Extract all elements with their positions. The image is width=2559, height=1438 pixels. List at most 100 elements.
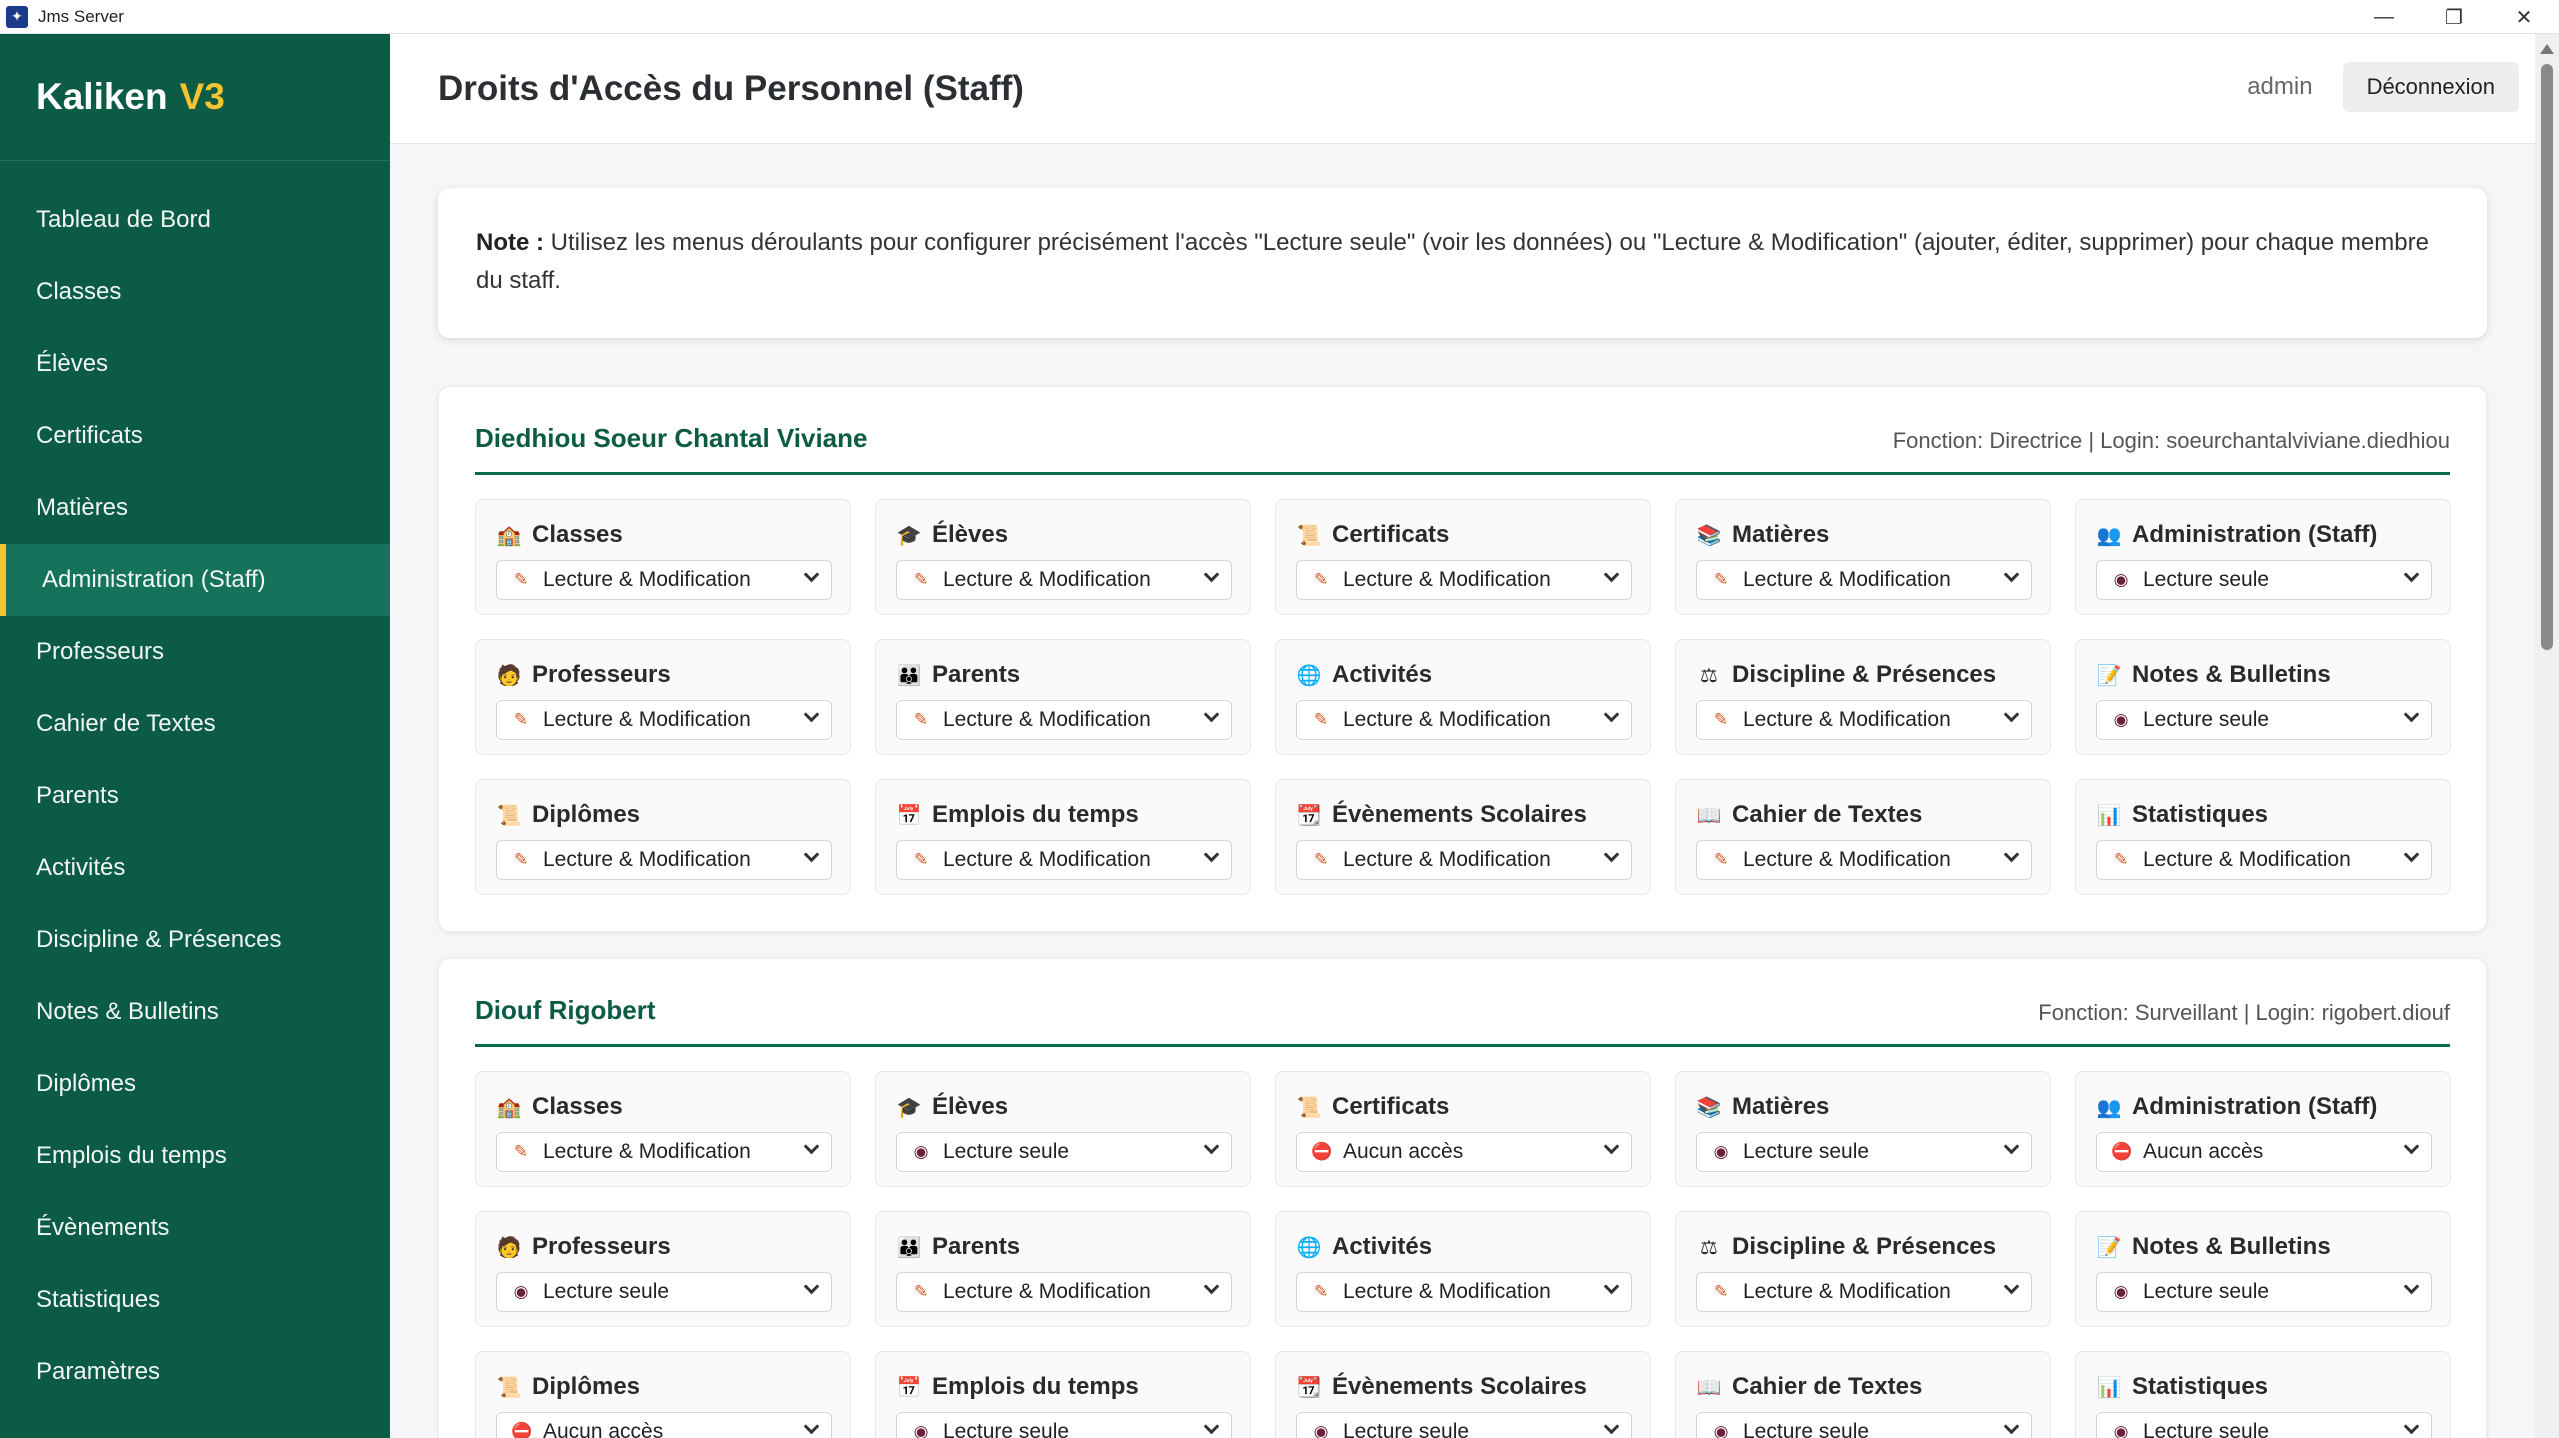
sidebar-item-certificats[interactable]: Certificats <box>0 400 390 472</box>
access-level-select[interactable]: ✎ Lecture & Modification <box>496 840 832 880</box>
access-level-select[interactable]: ⛔ Aucun accès <box>496 1412 832 1438</box>
minimize-icon[interactable]: — <box>2349 0 2419 34</box>
chevron-down-icon <box>803 1418 820 1435</box>
family-icon: 👪 <box>896 1236 922 1259</box>
chevron-down-icon <box>2003 566 2020 583</box>
access-level-select[interactable]: ◉ Lecture seule <box>1296 1412 1632 1438</box>
access-level-select[interactable]: ◉ Lecture seule <box>2096 560 2432 600</box>
access-level-select[interactable]: ✎ Lecture & Modification <box>1296 840 1632 880</box>
access-level-select[interactable]: ◉ Lecture seule <box>1696 1412 2032 1438</box>
access-level-select[interactable]: ◉ Lecture seule <box>2096 1272 2432 1312</box>
access-level-select[interactable]: ✎ Lecture & Modification <box>496 1132 832 1172</box>
module-label: Diplômes <box>532 801 641 828</box>
page-header: Droits d'Accès du Personnel (Staff) admi… <box>390 34 2535 144</box>
staff-card: Diouf Rigobert Fonction: Surveillant | Lo… <box>438 958 2487 1438</box>
brand-version: V3 <box>179 76 225 117</box>
chevron-down-icon <box>1603 846 1620 863</box>
sidebar-item-activites[interactable]: Activités <box>0 832 390 904</box>
access-level-select[interactable]: ✎ Lecture & Modification <box>1296 560 1632 600</box>
sidebar-item-diplomes[interactable]: Diplômes <box>0 1048 390 1120</box>
access-level-select[interactable]: ◉ Lecture seule <box>2096 1412 2432 1438</box>
sidebar-item-classes[interactable]: Classes <box>0 256 390 328</box>
scroll-up-arrow-icon[interactable] <box>2540 44 2554 54</box>
access-level-select[interactable]: ✎ Lecture & Modification <box>1296 1272 1632 1312</box>
permission-module-title: 🌐 Activités <box>1296 1232 1632 1262</box>
permission-module-title: 📜 Diplômes <box>496 800 832 830</box>
access-level-value: Lecture & Modification <box>1343 848 1551 871</box>
chevron-down-icon <box>1203 1278 1220 1295</box>
sidebar-item-professeurs[interactable]: Professeurs <box>0 616 390 688</box>
access-level-select[interactable]: ⛔ Aucun accès <box>2096 1132 2432 1172</box>
page-scrollbar[interactable] <box>2535 34 2559 1438</box>
access-level-select[interactable]: ✎ Lecture & Modification <box>1696 1272 2032 1312</box>
sidebar-item-matieres[interactable]: Matières <box>0 472 390 544</box>
module-label: Emplois du temps <box>932 1373 1139 1400</box>
access-level-select[interactable]: ✎ Lecture & Modification <box>1296 700 1632 740</box>
access-level-select[interactable]: ✎ Lecture & Modification <box>2096 840 2432 880</box>
staff-card: Diedhiou Soeur Chantal Viviane Fonction: … <box>438 386 2487 932</box>
sidebar-item-notes-bulletins[interactable]: Notes & Bulletins <box>0 976 390 1048</box>
permission-card: ⚖ Discipline & Présences ✎ Lecture & Modifi… <box>1675 639 2051 755</box>
access-level-select[interactable]: ◉ Lecture seule <box>2096 700 2432 740</box>
access-level-select[interactable]: ◉ Lecture seule <box>1696 1132 2032 1172</box>
permission-module-title: 👪 Parents <box>896 1232 1232 1262</box>
chevron-down-icon <box>2403 706 2420 723</box>
access-level-select[interactable]: ⛔ Aucun accès <box>1296 1132 1632 1172</box>
brand-logo[interactable]: Kaliken V3 <box>0 34 390 161</box>
access-level-value: Lecture seule <box>1343 1420 1470 1438</box>
sidebar-item-parametres[interactable]: Paramètres <box>0 1336 390 1408</box>
pencil-icon: ✎ <box>1713 710 1729 729</box>
pencil-icon: ✎ <box>513 850 529 869</box>
permission-card: 🎓 Élèves ✎ Lecture & Modification <box>875 499 1251 615</box>
sidebar-item-administration-staff[interactable]: Administration (Staff) <box>0 544 390 616</box>
module-label: Certificats <box>1332 1093 1450 1120</box>
module-label: Professeurs <box>532 1233 671 1260</box>
access-level-select[interactable]: ◉ Lecture seule <box>496 1272 832 1312</box>
pencil-icon: ✎ <box>1313 710 1329 729</box>
eye-icon: ◉ <box>513 1282 529 1301</box>
calendar-icon: 📆 <box>1296 804 1322 827</box>
access-level-value: Lecture & Modification <box>2143 848 2351 871</box>
permission-card: 📆 Évènements Scolaires ◉ Lecture seule <box>1275 1351 1651 1438</box>
sidebar-item-evenements[interactable]: Évènements <box>0 1192 390 1264</box>
access-level-select[interactable]: ✎ Lecture & Modification <box>1696 700 2032 740</box>
access-level-select[interactable]: ◉ Lecture seule <box>896 1412 1232 1438</box>
access-level-select[interactable]: ✎ Lecture & Modification <box>1696 560 2032 600</box>
note-box: Note : Utilisez les menus déroulants pou… <box>438 188 2487 338</box>
logout-button[interactable]: Déconnexion <box>2342 62 2519 112</box>
sidebar-item-discipline-presences[interactable]: Discipline & Présences <box>0 904 390 976</box>
sidebar-item-emplois-du-temps[interactable]: Emplois du temps <box>0 1120 390 1192</box>
access-level-value: Lecture & Modification <box>1743 568 1951 591</box>
access-level-select[interactable]: ✎ Lecture & Modification <box>496 700 832 740</box>
access-level-select[interactable]: ◉ Lecture seule <box>896 1132 1232 1172</box>
access-level-select[interactable]: ✎ Lecture & Modification <box>896 1272 1232 1312</box>
access-level-select[interactable]: ✎ Lecture & Modification <box>496 560 832 600</box>
access-level-select[interactable]: ✎ Lecture & Modification <box>896 840 1232 880</box>
restore-icon[interactable]: ❐ <box>2419 0 2489 34</box>
permission-module-title: 📜 Diplômes <box>496 1372 832 1402</box>
permission-card: 🏫 Classes ✎ Lecture & Modification <box>475 1071 851 1187</box>
access-level-value: Lecture seule <box>943 1420 1070 1438</box>
access-level-select[interactable]: ✎ Lecture & Modification <box>896 700 1232 740</box>
scrollbar-thumb[interactable] <box>2541 64 2553 650</box>
open-book-icon: 📖 <box>1696 1376 1722 1399</box>
module-label: Statistiques <box>2132 1373 2269 1400</box>
sidebar-item-cahier-de-textes[interactable]: Cahier de Textes <box>0 688 390 760</box>
module-label: Élèves <box>932 521 1009 548</box>
sidebar-item-tableau-de-bord[interactable]: Tableau de Bord <box>0 184 390 256</box>
access-level-value: Lecture & Modification <box>943 568 1151 591</box>
people-icon: 👥 <box>2096 524 2122 547</box>
sidebar-item-eleves[interactable]: Élèves <box>0 328 390 400</box>
module-label: Cahier de Textes <box>1732 1373 1923 1400</box>
pencil-icon: ✎ <box>1713 1282 1729 1301</box>
staff-meta: Fonction: Directrice | Login: soeurchant… <box>1892 428 2450 453</box>
module-label: Diplômes <box>532 1373 641 1400</box>
chevron-down-icon <box>1203 566 1220 583</box>
close-icon[interactable]: ✕ <box>2489 0 2559 34</box>
access-level-select[interactable]: ✎ Lecture & Modification <box>896 560 1232 600</box>
diploma-icon: 📜 <box>496 1376 522 1399</box>
module-label: Parents <box>932 1233 1021 1260</box>
sidebar-item-parents[interactable]: Parents <box>0 760 390 832</box>
access-level-select[interactable]: ✎ Lecture & Modification <box>1696 840 2032 880</box>
sidebar-item-statistiques[interactable]: Statistiques <box>0 1264 390 1336</box>
